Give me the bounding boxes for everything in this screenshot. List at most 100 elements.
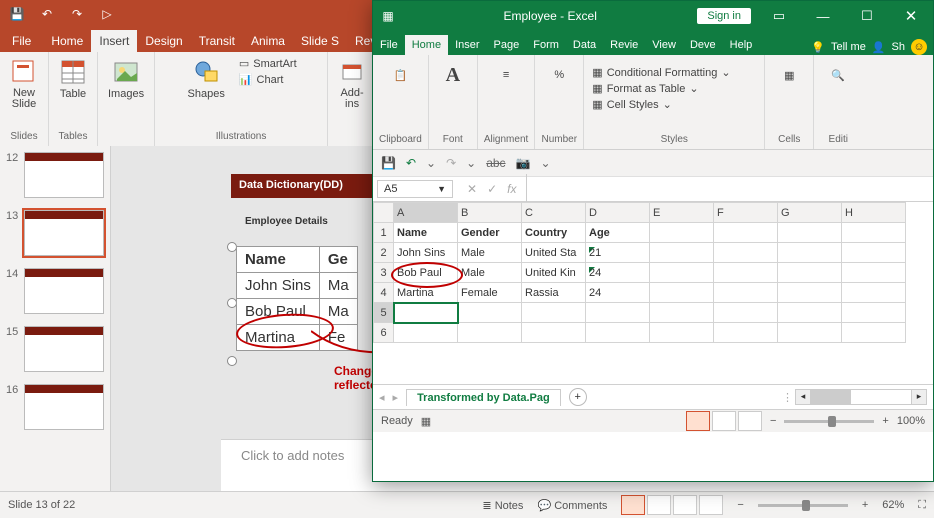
cell[interactable]: Male [458,243,522,263]
redo-icon[interactable]: ↷ [446,156,456,170]
excel-tab-view[interactable]: View [645,35,683,55]
excel-tab-page[interactable]: Page [487,35,527,55]
maximize-button[interactable]: ☐ [845,1,889,31]
cell[interactable] [394,323,458,343]
chevron-down-icon[interactable]: ▼ [437,184,446,194]
slideshow-view-button[interactable] [699,495,723,515]
cell[interactable] [586,303,650,323]
row-header[interactable]: 3 [374,263,394,283]
macro-record-icon[interactable]: ▦ [421,415,431,428]
cell[interactable] [778,323,842,343]
excel-tab-home[interactable]: Home [405,35,448,55]
undo-icon[interactable]: ↶ [406,156,416,170]
zoom-level[interactable]: 100% [897,415,925,427]
cell[interactable]: Name [394,223,458,243]
cell[interactable] [714,243,778,263]
column-header[interactable]: B [458,203,522,223]
ppt-tab-design[interactable]: Design [137,30,190,52]
cell[interactable] [650,243,714,263]
cell[interactable] [842,323,906,343]
notes-button[interactable]: ≣ Notes [482,499,523,512]
cell[interactable] [650,223,714,243]
slide-thumbnail[interactable] [24,152,104,198]
redo-icon[interactable]: ↷ [68,5,86,23]
cell[interactable] [778,263,842,283]
cell[interactable] [714,303,778,323]
cancel-formula-icon[interactable]: ✕ [467,182,477,196]
zoom-level[interactable]: 62% [882,499,904,511]
excel-tab-form[interactable]: Form [526,35,566,55]
zoom-slider[interactable] [758,504,848,507]
cell[interactable] [522,323,586,343]
strikethrough-icon[interactable]: abc [486,156,505,170]
camera-icon[interactable]: 📷 [516,156,531,170]
reading-view-button[interactable] [673,495,697,515]
images-button[interactable]: Images [104,56,148,102]
editing-button[interactable]: 🔍 [820,59,856,91]
clipboard-button[interactable]: 📋 [382,59,418,91]
cell[interactable] [650,263,714,283]
save-icon[interactable]: 💾 [8,5,26,23]
ppt-tab-file[interactable]: File [0,30,43,52]
undo-dropdown-icon[interactable]: ⌄ [426,156,436,170]
signin-button[interactable]: Sign in [697,8,751,24]
sorter-view-button[interactable] [647,495,671,515]
name-box[interactable]: A5▼ [377,180,453,198]
cells-button[interactable]: ▦ [771,59,807,91]
share-label[interactable]: Sh [892,41,905,53]
cell[interactable] [842,303,906,323]
embedded-table[interactable]: NameGeJohn SinsMaBob PaulMaMartinaFe [236,246,358,351]
scroll-left-icon[interactable]: ◂ [379,391,385,404]
ppt-tab-anima[interactable]: Anima [243,30,293,52]
thumbnail-row[interactable]: 12 [0,150,110,208]
number-button[interactable]: % [541,59,577,91]
share-icon[interactable]: 👤 [872,41,886,54]
cell[interactable] [522,303,586,323]
horizontal-scrollbar[interactable]: ◂▸ [795,389,927,405]
zoom-out-button[interactable]: − [737,499,743,511]
undo-icon[interactable]: ↶ [38,5,56,23]
sheet-tab[interactable]: Transformed by Data.Pag [406,389,561,406]
cell[interactable] [842,223,906,243]
cell[interactable] [650,283,714,303]
cell[interactable]: Martina [394,283,458,303]
redo-dropdown-icon[interactable]: ⌄ [466,156,476,170]
cell[interactable] [842,263,906,283]
thumbnail-row[interactable]: 13 [0,208,110,266]
excel-tab-deve[interactable]: Deve [683,35,723,55]
ppt-tab-home[interactable]: Home [43,30,91,52]
cell[interactable]: 24 [586,263,650,283]
cell[interactable] [842,283,906,303]
tellme-label[interactable]: Tell me [831,41,866,53]
conditional-formatting-button[interactable]: ▦Conditional Formatting ⌄ [590,65,732,80]
cell[interactable]: John Sins [394,243,458,263]
ppt-tab-slide s[interactable]: Slide S [293,30,347,52]
shapes-button[interactable]: Shapes [184,56,229,102]
column-header[interactable]: F [714,203,778,223]
close-button[interactable]: ✕ [889,1,933,31]
row-header[interactable]: 5 [374,303,394,323]
slide-thumbnail[interactable] [24,326,104,372]
ppt-tab-transit[interactable]: Transit [191,30,243,52]
select-all-cell[interactable] [374,203,394,223]
excel-tab-data[interactable]: Data [566,35,603,55]
new-sheet-button[interactable]: + [569,388,587,406]
cell[interactable] [714,323,778,343]
cell[interactable]: Country [522,223,586,243]
ppt-tab-insert[interactable]: Insert [91,30,137,52]
normal-view-button[interactable] [686,411,710,431]
cell[interactable]: 21 [586,243,650,263]
page-break-button[interactable] [738,411,762,431]
comments-button[interactable]: 💬 Comments [537,499,607,512]
slide-thumbnail[interactable] [24,384,104,430]
qat-customize-icon[interactable]: ⌄ [541,156,551,170]
selection-handle[interactable] [227,356,237,366]
zoom-slider[interactable] [784,420,874,423]
column-header[interactable]: A [394,203,458,223]
column-header[interactable]: E [650,203,714,223]
fx-icon[interactable]: fx [507,182,516,196]
addins-button[interactable]: Add- ins [334,56,370,112]
zoom-out-button[interactable]: − [770,415,776,427]
smartart-button[interactable]: ▭SmartArt [237,56,299,71]
cell[interactable] [650,323,714,343]
